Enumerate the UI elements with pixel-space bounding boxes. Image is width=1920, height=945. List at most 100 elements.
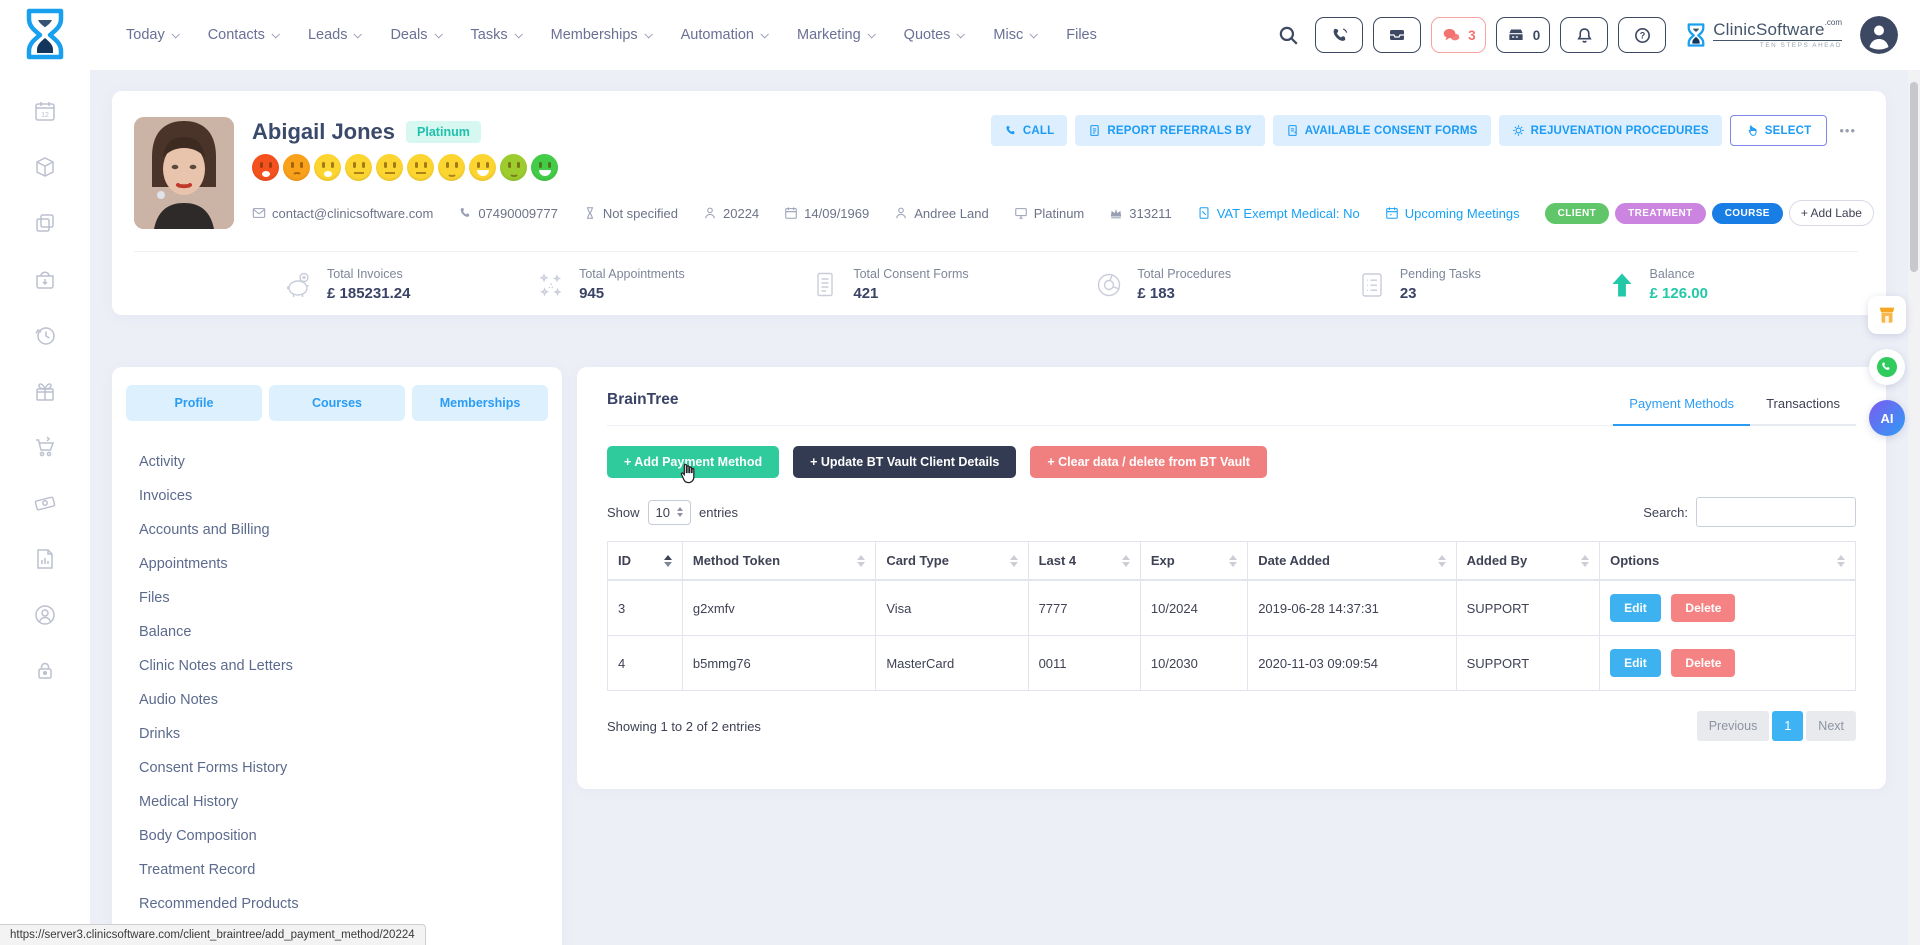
page-length-select[interactable]: 10: [648, 500, 691, 525]
report-referrals-button[interactable]: REPORT REFERRALS BY: [1075, 115, 1264, 146]
sidebar-item-files[interactable]: Files: [139, 581, 548, 615]
nav-misc[interactable]: Misc: [993, 27, 1036, 43]
nav-marketing[interactable]: Marketing: [797, 27, 874, 43]
scrollbar-thumb[interactable]: [1910, 82, 1918, 272]
emoji-rating-9[interactable]: [500, 154, 527, 181]
nav-automation[interactable]: Automation: [681, 27, 767, 43]
more-actions-button[interactable]: •••: [1835, 119, 1860, 142]
sidebar-item-audio-notes[interactable]: Audio Notes: [139, 683, 548, 717]
header-date-added[interactable]: Date Added: [1248, 542, 1456, 581]
notifications-button[interactable]: [1560, 17, 1608, 53]
sidebar-item-treatment-record[interactable]: Treatment Record: [139, 853, 548, 887]
previous-page-button[interactable]: Previous: [1697, 711, 1770, 741]
edit-button[interactable]: Edit: [1610, 649, 1661, 677]
sidebar-item-clinic-notes-and-letters[interactable]: Clinic Notes and Letters: [139, 649, 548, 683]
header-last-4[interactable]: Last 4: [1028, 542, 1140, 581]
table-search-input[interactable]: [1696, 497, 1856, 527]
header-method-token[interactable]: Method Token: [682, 542, 875, 581]
sidebar-item-balance[interactable]: Balance: [139, 615, 548, 649]
emoji-rating-7[interactable]: [438, 154, 465, 181]
ai-assistant-button[interactable]: AI: [1869, 400, 1905, 436]
rejuvenation-procedures-button[interactable]: REJUVENATION PROCEDURES: [1499, 115, 1722, 146]
history-icon[interactable]: [33, 323, 57, 347]
money-tag-icon[interactable]: [33, 491, 57, 515]
emoji-rating-4[interactable]: [345, 154, 372, 181]
upcoming-meetings-link[interactable]: Upcoming Meetings: [1385, 206, 1520, 221]
nav-memberships[interactable]: Memberships: [551, 27, 651, 43]
header-added-by[interactable]: Added By: [1456, 542, 1600, 581]
tab-profile[interactable]: Profile: [126, 385, 262, 421]
delete-button[interactable]: Delete: [1671, 594, 1735, 622]
sidebar-item-activity[interactable]: Activity: [139, 445, 548, 479]
shop-widget-button[interactable]: [1868, 296, 1906, 334]
emoji-rating-5[interactable]: [376, 154, 403, 181]
search-icon[interactable]: [1277, 24, 1299, 46]
tab-memberships[interactable]: Memberships: [412, 385, 548, 421]
whatsapp-widget-button[interactable]: [1869, 349, 1905, 385]
sidebar-item-appointments[interactable]: Appointments: [139, 547, 548, 581]
basket-icon[interactable]: [33, 267, 57, 291]
next-page-button[interactable]: Next: [1806, 711, 1856, 741]
sidebar-item-drinks[interactable]: Drinks: [139, 717, 548, 751]
delete-button[interactable]: Delete: [1671, 649, 1735, 677]
phone-dialer-button[interactable]: [1315, 17, 1363, 53]
emoji-rating-1[interactable]: [252, 154, 279, 181]
user-avatar[interactable]: [1860, 16, 1898, 54]
available-consent-forms-button[interactable]: AVAILABLE CONSENT FORMS: [1273, 115, 1491, 146]
call-button[interactable]: CALL: [991, 115, 1067, 146]
vat-exempt-link[interactable]: VAT Exempt Medical: No: [1197, 206, 1360, 221]
page-scrollbar[interactable]: [1908, 70, 1920, 945]
add-payment-method-button[interactable]: + Add Payment Method: [607, 446, 779, 478]
page-1-button[interactable]: 1: [1772, 711, 1803, 741]
nav-deals[interactable]: Deals: [390, 27, 440, 43]
clinicsoftware-logo[interactable]: [23, 8, 67, 65]
nav-files[interactable]: Files: [1066, 27, 1097, 43]
lock-icon[interactable]: [33, 659, 57, 683]
sidebar-item-medical-history[interactable]: Medical History: [139, 785, 548, 819]
nav-today[interactable]: Today: [126, 27, 178, 43]
header-card-type[interactable]: Card Type: [876, 542, 1028, 581]
report-referrals-label: REPORT REFERRALS BY: [1107, 125, 1251, 137]
inbox-button[interactable]: [1373, 17, 1421, 53]
emoji-rating-10[interactable]: [531, 154, 558, 181]
edit-button[interactable]: Edit: [1610, 594, 1661, 622]
tab-courses[interactable]: Courses: [269, 385, 405, 421]
help-button[interactable]: ?: [1618, 17, 1666, 53]
user-icon: [703, 206, 717, 220]
emoji-rating-3[interactable]: [314, 154, 341, 181]
gift-icon[interactable]: [33, 379, 57, 403]
add-label-button[interactable]: + Add Labe: [1789, 200, 1874, 226]
nav-label: Memberships: [551, 27, 638, 43]
header-exp[interactable]: Exp: [1140, 542, 1247, 581]
braintree-buttons: + Add Payment Method + Update BT Vault C…: [607, 446, 1856, 478]
clear-bt-vault-button[interactable]: + Clear data / delete from BT Vault: [1030, 446, 1267, 478]
sidebar-item-body-composition[interactable]: Body Composition: [139, 819, 548, 853]
update-bt-vault-button[interactable]: + Update BT Vault Client Details: [793, 446, 1016, 478]
sidebar-item-consent-forms-history[interactable]: Consent Forms History: [139, 751, 548, 785]
nav-leads[interactable]: Leads: [308, 27, 361, 43]
nav-tasks[interactable]: Tasks: [471, 27, 521, 43]
tab-payment-methods[interactable]: Payment Methods: [1613, 396, 1750, 426]
select-button[interactable]: SELECT: [1730, 115, 1828, 146]
emoji-rating-8[interactable]: [469, 154, 496, 181]
chat-messages-button[interactable]: 3: [1431, 17, 1486, 53]
header-id[interactable]: ID: [608, 542, 683, 581]
copies-icon[interactable]: [33, 211, 57, 235]
clinicsoftware-wordmark[interactable]: ClinicSoftware.com TEN STEPS AHEAD: [1686, 21, 1842, 49]
chart-report-icon[interactable]: [33, 547, 57, 571]
calendar-12-icon[interactable]: 12: [33, 99, 57, 123]
header-options[interactable]: Options: [1600, 542, 1856, 581]
nav-contacts[interactable]: Contacts: [208, 27, 278, 43]
cart-icon[interactable]: [33, 435, 57, 459]
emoji-rating-2[interactable]: [283, 154, 310, 181]
sidebar-item-recommended-products[interactable]: Recommended Products: [139, 887, 548, 921]
package-icon[interactable]: [33, 155, 57, 179]
sidebar-item-accounts-and-billing[interactable]: Accounts and Billing: [139, 513, 548, 547]
account-icon[interactable]: [33, 603, 57, 627]
sidebar-item-invoices[interactable]: Invoices: [139, 479, 548, 513]
emoji-rating-6[interactable]: [407, 154, 434, 181]
nav-quotes[interactable]: Quotes: [904, 27, 964, 43]
tab-transactions[interactable]: Transactions: [1750, 396, 1856, 426]
rail-icon-list: 12: [33, 99, 57, 683]
pos-register-button[interactable]: 0: [1496, 17, 1551, 53]
